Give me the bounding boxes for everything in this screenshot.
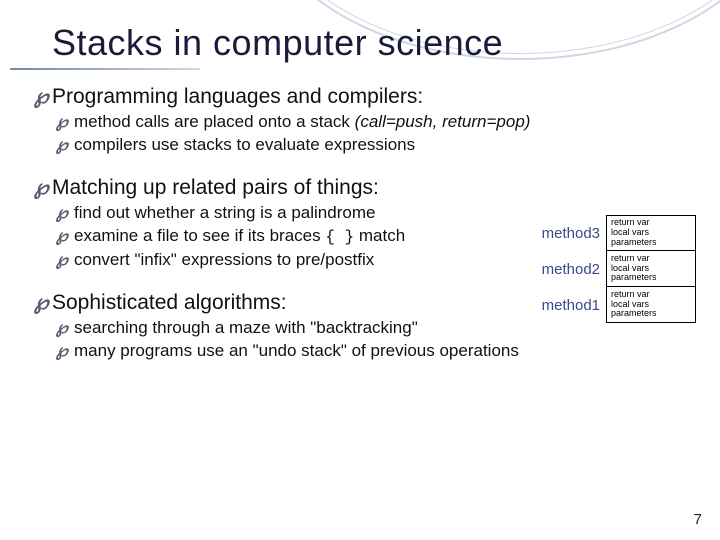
heading-text: Programming languages and compilers:	[52, 85, 423, 108]
item-text: method calls are placed onto a stack	[74, 112, 355, 131]
heading-text: Matching up related pairs of things:	[52, 176, 379, 199]
item-text: find out whether a string is a palindrom…	[74, 203, 375, 222]
bullet-icon: ℘	[34, 84, 48, 109]
page-number: 7	[694, 511, 702, 528]
stack-cell: return var local vars parameters	[606, 251, 696, 287]
item-text: many programs use an "undo stack" of pre…	[74, 341, 519, 360]
bullet-item: ℘method calls are placed onto a stack (c…	[56, 111, 686, 133]
bullet-icon: ℘	[56, 340, 70, 362]
section-heading: ℘Programming languages and compilers:	[34, 84, 686, 109]
bullet-icon: ℘	[34, 290, 48, 315]
stack-cell-line: parameters	[611, 309, 691, 319]
item-text: searching through a maze with "backtrack…	[74, 318, 418, 337]
stack-cell-line: parameters	[611, 273, 691, 283]
stack-method-label: method2	[530, 251, 606, 287]
bullet-icon: ℘	[56, 111, 70, 133]
title-underline	[10, 68, 200, 70]
item-italic: (call=push, return=pop)	[355, 112, 531, 131]
bullet-icon: ℘	[56, 202, 70, 224]
stack-row: method1 return var local vars parameters	[530, 287, 696, 323]
stack-row: method3 return var local vars parameters	[530, 215, 696, 251]
bullet-list: ℘Matching up related pairs of things: ℘f…	[34, 175, 504, 271]
item-text: compilers use stacks to evaluate express…	[74, 135, 415, 154]
stack-method-label: method1	[530, 287, 606, 323]
bullet-item: ℘find out whether a string is a palindro…	[56, 202, 504, 224]
item-text-post: match	[354, 226, 405, 245]
item-text: examine a file to see if its braces	[74, 226, 325, 245]
item-text: convert "infix" expressions to pre/postf…	[74, 250, 374, 269]
bullet-icon: ℘	[56, 225, 70, 247]
bullet-item: ℘convert "infix" expressions to pre/post…	[56, 249, 504, 271]
stack-diagram: method3 return var local vars parameters…	[530, 215, 696, 323]
bullet-icon: ℘	[56, 134, 70, 156]
bullet-icon: ℘	[34, 175, 48, 200]
bullet-item: ℘many programs use an "undo stack" of pr…	[56, 340, 686, 362]
bullet-list: ℘Programming languages and compilers: ℘m…	[34, 84, 686, 156]
stack-cell: return var local vars parameters	[606, 287, 696, 323]
section-heading: ℘Matching up related pairs of things:	[34, 175, 504, 200]
stack-method-label: method3	[530, 215, 606, 251]
bullet-item: ℘compilers use stacks to evaluate expres…	[56, 134, 686, 156]
stack-cell-line: parameters	[611, 238, 691, 248]
bullet-item: ℘examine a file to see if its braces { }…	[56, 225, 504, 248]
stack-cell: return var local vars parameters	[606, 215, 696, 251]
item-code: { }	[325, 228, 354, 246]
bullet-icon: ℘	[56, 249, 70, 271]
slide: Stacks in computer science ℘Programming …	[0, 0, 720, 540]
bullet-icon: ℘	[56, 317, 70, 339]
stack-row: method2 return var local vars parameters	[530, 251, 696, 287]
slide-title: Stacks in computer science	[52, 22, 686, 64]
heading-text: Sophisticated algorithms:	[52, 291, 287, 314]
